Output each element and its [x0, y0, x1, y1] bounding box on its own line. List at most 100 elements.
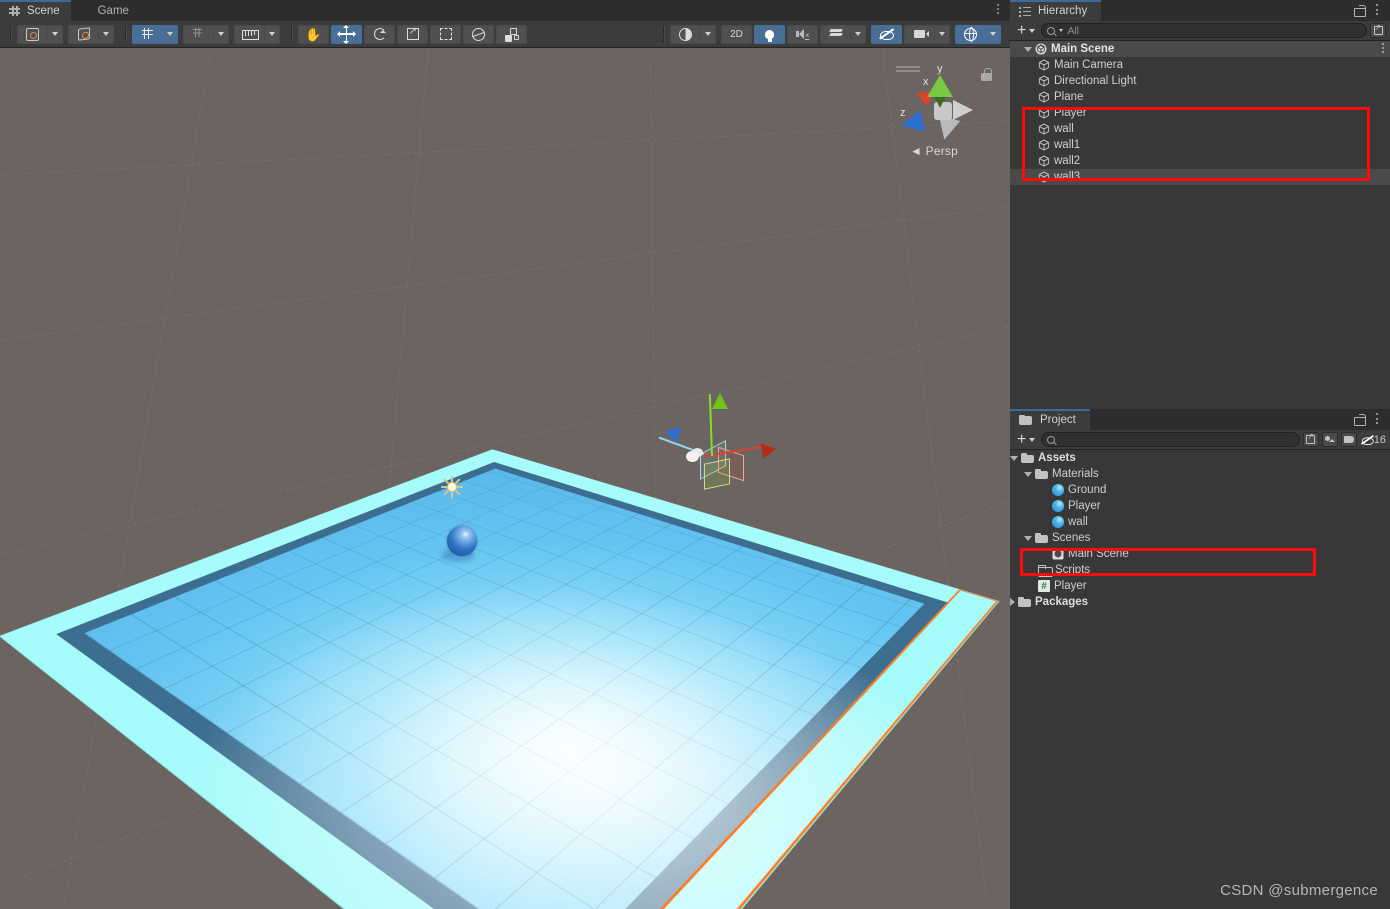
scene-context-menu-icon[interactable] — [1382, 43, 1384, 55]
shading-mode-group[interactable] — [670, 24, 716, 44]
project-item-ground[interactable]: Ground — [1010, 482, 1390, 498]
snap-increment-group[interactable] — [183, 24, 229, 44]
hierarchy-item-wall[interactable]: wall — [1010, 121, 1390, 137]
hierarchy-scene-root[interactable]: Main Scene — [1010, 41, 1390, 57]
gizmo-plane-xy[interactable] — [704, 458, 730, 490]
grid-snapping-group[interactable] — [132, 24, 178, 44]
collapse-triangle-icon[interactable] — [1010, 455, 1018, 461]
effects-button[interactable] — [820, 24, 851, 44]
effects-group[interactable] — [820, 24, 866, 44]
gizmos-group[interactable] — [955, 24, 1001, 44]
pivot-mode-button[interactable] — [17, 24, 48, 44]
scene-audio-button[interactable]: × — [787, 24, 818, 44]
cube-icon — [1038, 123, 1050, 135]
shading-mode-button[interactable] — [670, 24, 701, 44]
project-item-scripts[interactable]: Scripts — [1010, 562, 1390, 578]
hidden-objects-button[interactable] — [871, 24, 902, 44]
effects-dropdown[interactable] — [851, 24, 866, 44]
gizmo-arrow-y[interactable] — [712, 393, 728, 409]
filter-by-type-button[interactable] — [1321, 432, 1338, 447]
hierarchy-add-button[interactable]: + — [1014, 22, 1038, 38]
grid-snapping-button[interactable] — [132, 24, 163, 44]
scene-camera-button[interactable] — [904, 24, 935, 44]
collapse-triangle-icon[interactable] — [1024, 535, 1032, 541]
gizmos-dropdown[interactable] — [986, 24, 1001, 44]
project-item-label: Player — [1054, 580, 1087, 592]
project-expand-button[interactable] — [1302, 432, 1319, 447]
gizmo-arrow-x[interactable] — [760, 441, 778, 459]
collapse-triangle-icon[interactable] — [1024, 471, 1032, 477]
project-item-player[interactable]: # Player — [1010, 578, 1390, 594]
scene-options-icon[interactable] — [992, 4, 1004, 17]
tab-game[interactable]: Game — [71, 0, 140, 21]
scene-lighting-button[interactable] — [754, 24, 785, 44]
shading-mode-dropdown[interactable] — [701, 24, 716, 44]
pivot-mode-group[interactable] — [17, 24, 63, 44]
hidden-packages-indicator[interactable]: 16 — [1360, 434, 1386, 446]
filter-by-label-button[interactable] — [1340, 432, 1357, 447]
directional-light-gizmo[interactable] — [441, 476, 463, 498]
project-search-input[interactable] — [1041, 432, 1300, 447]
project-item-wall[interactable]: wall — [1010, 514, 1390, 530]
hierarchy-item-plane[interactable]: Plane — [1010, 89, 1390, 105]
hierarchy-item-wall1[interactable]: wall1 — [1010, 137, 1390, 153]
search-filter-chevron-icon[interactable] — [1059, 29, 1064, 32]
gizmo-center-handle[interactable] — [686, 451, 699, 462]
project-item-player[interactable]: Player — [1010, 498, 1390, 514]
hierarchy-item-player[interactable]: Player — [1010, 105, 1390, 121]
hierarchy-item-main-camera[interactable]: Main Camera — [1010, 57, 1390, 73]
project-item-materials[interactable]: Materials — [1010, 466, 1390, 482]
hierarchy-expand-button[interactable] — [1370, 23, 1386, 38]
custom-tool-button[interactable] — [496, 24, 527, 44]
project-item-scenes[interactable]: Scenes — [1010, 530, 1390, 546]
pivot-mode-dropdown[interactable] — [48, 24, 63, 44]
move-tool-button[interactable] — [331, 24, 362, 44]
tab-scene[interactable]: Scene — [0, 0, 71, 21]
2d-toggle-button[interactable]: 2D — [721, 24, 752, 44]
transform-tool-button[interactable] — [463, 24, 494, 44]
hierarchy-lock-icon[interactable] — [1354, 4, 1366, 17]
move-gizmo[interactable] — [658, 393, 800, 513]
snap-increment-dropdown[interactable] — [214, 24, 229, 44]
handle-mode-group[interactable] — [68, 24, 114, 44]
project-lock-icon[interactable] — [1354, 413, 1366, 426]
hand-tool-button[interactable]: ✋ — [298, 24, 329, 44]
handle-mode-button[interactable] — [68, 24, 99, 44]
grid-size-button[interactable] — [234, 24, 265, 44]
tab-project[interactable]: Project — [1010, 409, 1090, 430]
scene-camera-group[interactable] — [904, 24, 950, 44]
scale-tool-button[interactable] — [397, 24, 428, 44]
expand-triangle-icon[interactable] — [1024, 46, 1032, 52]
project-item-main-scene[interactable]: Main Scene — [1010, 546, 1390, 562]
hierarchy-tree[interactable]: Main Scene Main Camera Directional Light P… — [1010, 41, 1390, 439]
project-item-packages[interactable]: Packages — [1010, 594, 1390, 610]
grid-size-dropdown[interactable] — [265, 24, 280, 44]
projection-mode-label[interactable]: ◄ Persp — [910, 144, 958, 158]
lock-icon[interactable] — [981, 68, 992, 81]
orientation-gizmo[interactable]: x y z ◄ Persp — [896, 60, 992, 168]
scene-viewport[interactable]: x y z ◄ Persp — [0, 48, 1010, 909]
axis-cone-y[interactable] — [927, 75, 953, 97]
rotate-tool-button[interactable] — [364, 24, 395, 44]
rect-tool-button[interactable] — [430, 24, 461, 44]
hierarchy-item-wall2[interactable]: wall2 — [1010, 153, 1390, 169]
tab-hierarchy[interactable]: Hierarchy — [1010, 0, 1102, 21]
hierarchy-search-input[interactable]: All — [1041, 23, 1367, 38]
grid-size-group[interactable] — [234, 24, 280, 44]
gizmo-dash-marks — [896, 66, 920, 68]
expand-triangle-icon[interactable] — [1010, 598, 1015, 606]
snap-increment-button[interactable] — [183, 24, 214, 44]
hierarchy-menu-icon[interactable] — [1372, 4, 1382, 17]
player-sphere[interactable] — [447, 526, 477, 556]
project-add-button[interactable]: + — [1014, 431, 1038, 447]
gizmos-button[interactable] — [955, 24, 986, 44]
scene-camera-dropdown[interactable] — [935, 24, 950, 44]
axis-cone-negx[interactable] — [953, 100, 973, 120]
hierarchy-item-directional-light[interactable]: Directional Light — [1010, 73, 1390, 89]
hierarchy-item-wall3[interactable]: wall3 — [1010, 169, 1390, 185]
project-menu-icon[interactable] — [1372, 413, 1382, 426]
project-item-assets[interactable]: Assets — [1010, 450, 1390, 466]
grid-snapping-dropdown[interactable] — [163, 24, 178, 44]
project-tree[interactable]: Assets Materials Ground Player wall Scenes Mai… — [1010, 450, 1390, 909]
handle-mode-dropdown[interactable] — [99, 24, 114, 44]
